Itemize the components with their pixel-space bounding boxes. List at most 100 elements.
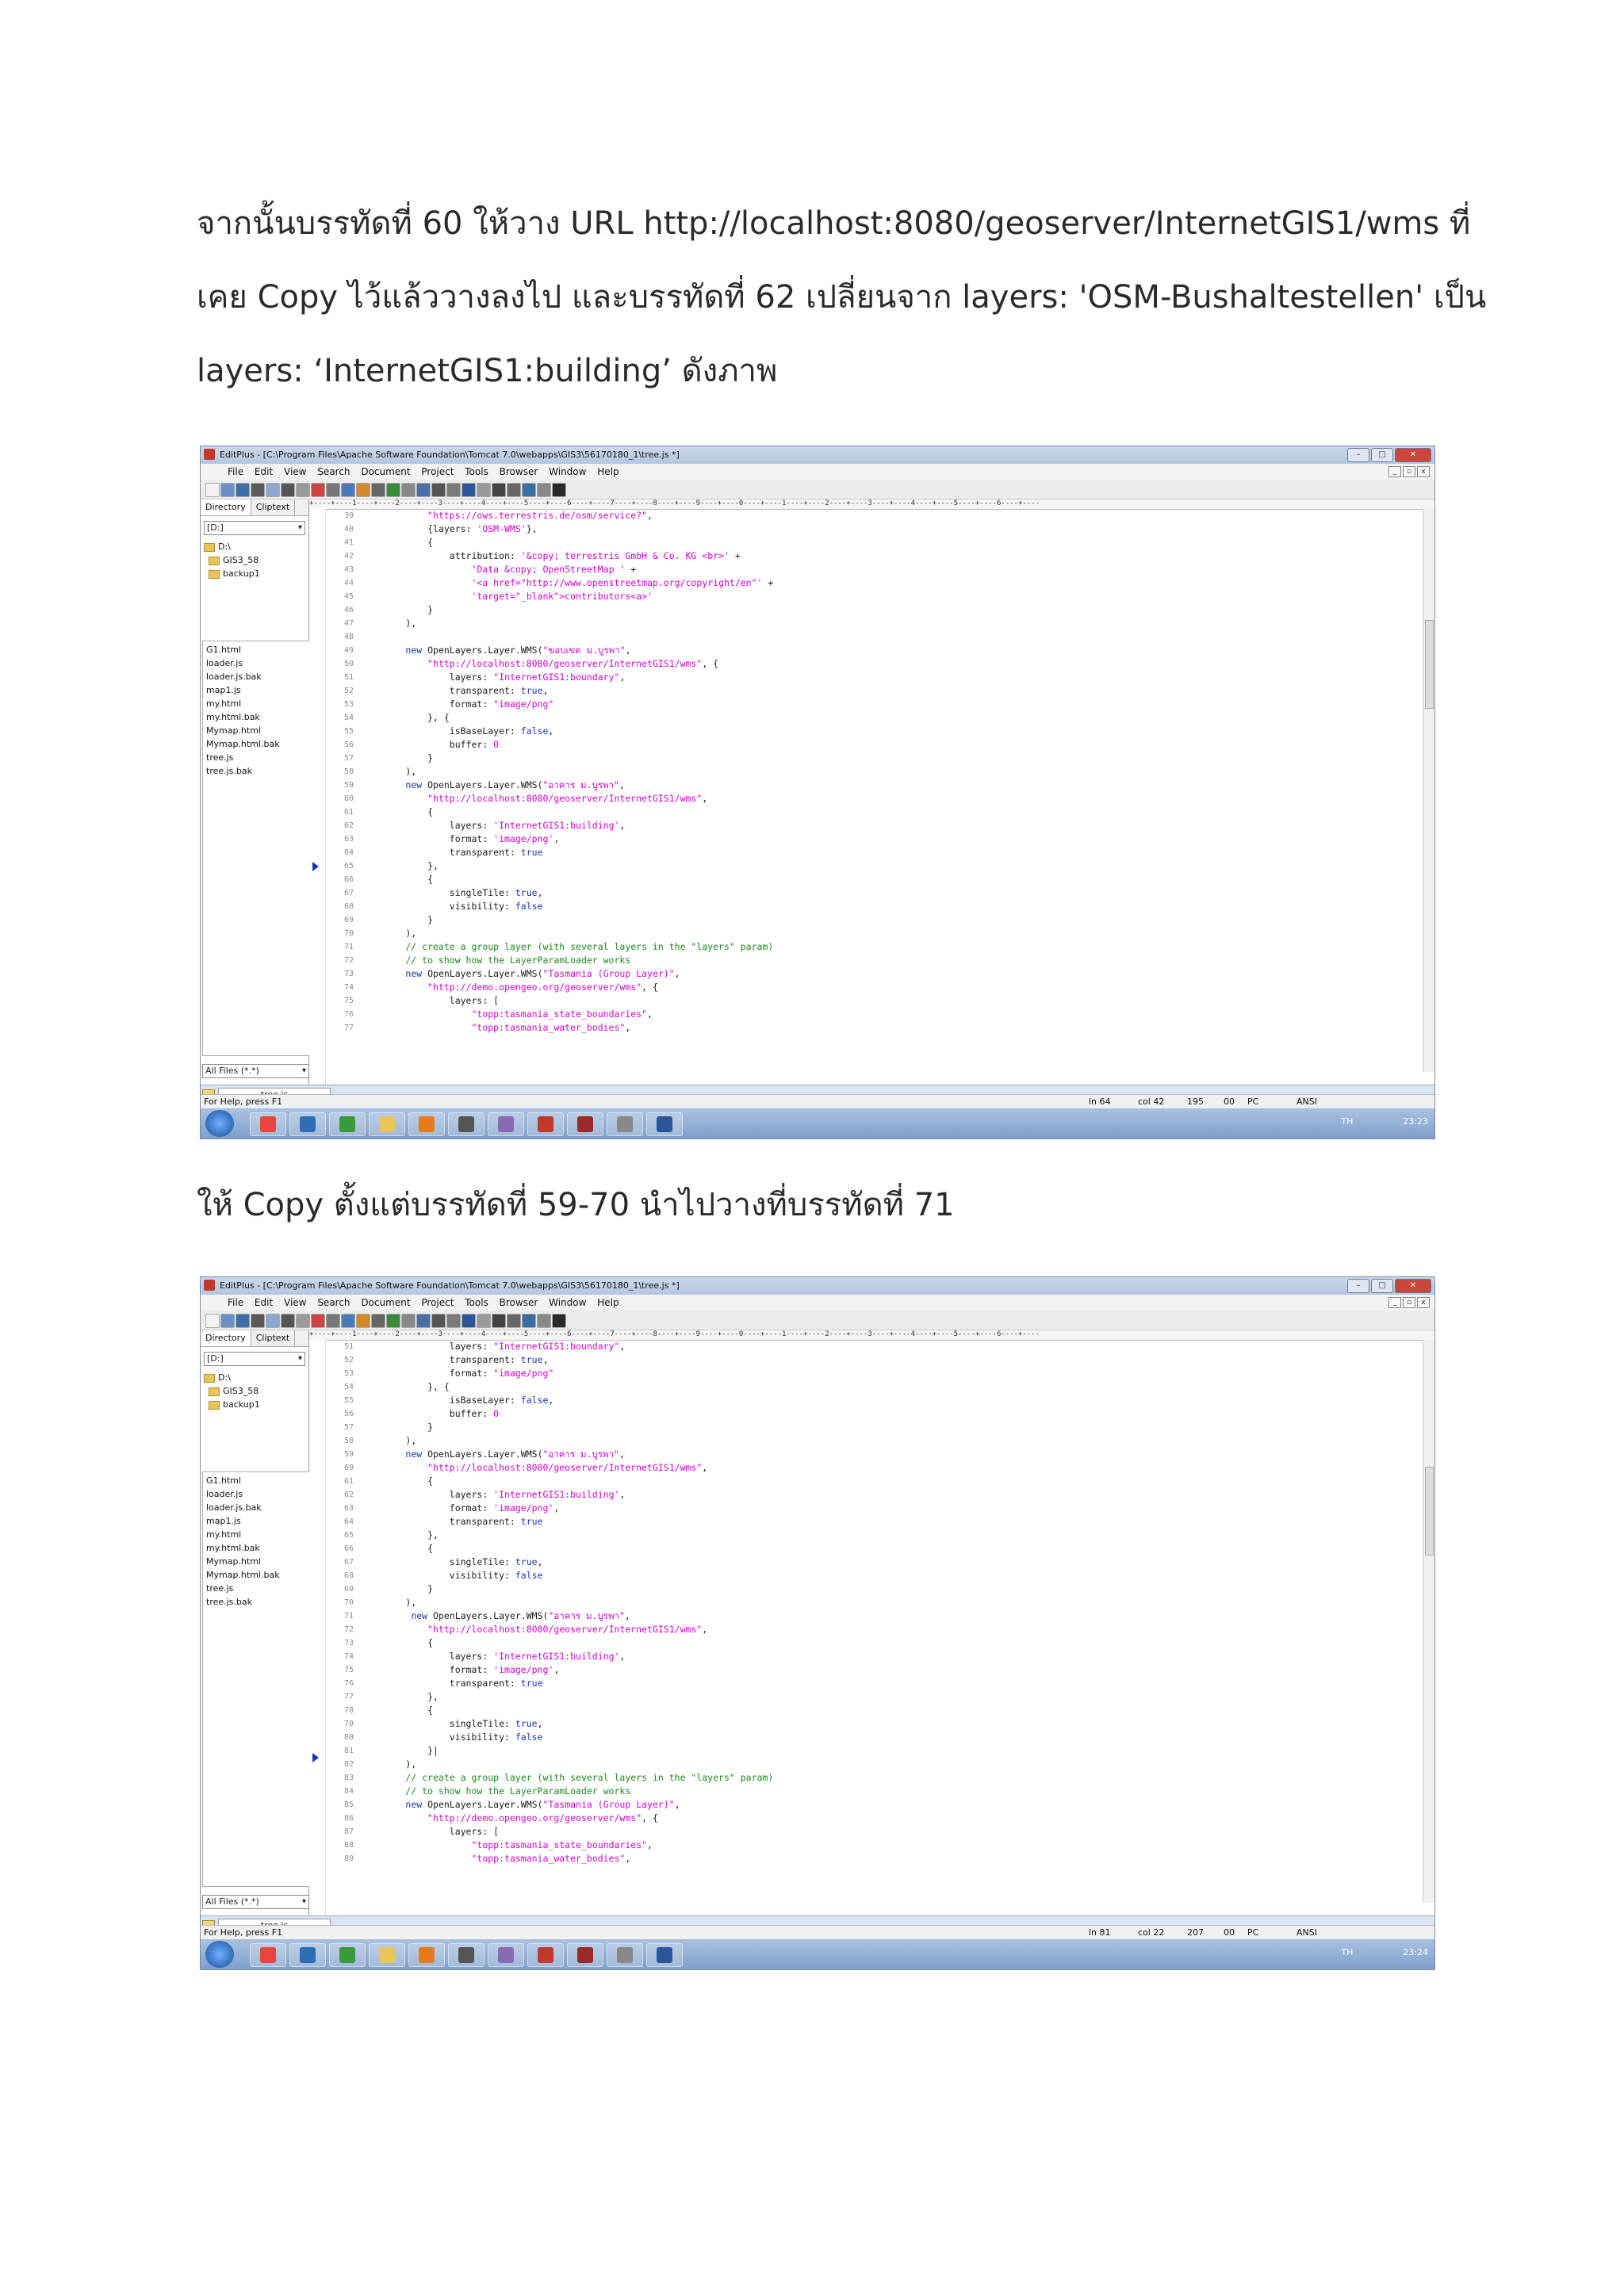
code-line[interactable]: }, { bbox=[362, 1380, 773, 1394]
mdi-minimize-button[interactable]: _ bbox=[1388, 466, 1401, 477]
menu-file[interactable]: File bbox=[228, 1295, 243, 1311]
code-line[interactable]: // create a group layer (with several la… bbox=[362, 1771, 773, 1785]
app-taskbar-icon[interactable] bbox=[329, 1112, 366, 1136]
code-line[interactable]: layers: 'InternetGIS1:building', bbox=[362, 819, 773, 832]
code-line[interactable]: buffer: 0 bbox=[362, 738, 773, 752]
code-line[interactable]: visibility: false bbox=[362, 1569, 773, 1582]
scrollbar-thumb[interactable] bbox=[1425, 1467, 1434, 1556]
code-line[interactable]: new OpenLayers.Layer.WMS("อาคาร ม.บูรพา"… bbox=[362, 779, 773, 792]
code-line[interactable]: visibility: false bbox=[362, 1731, 773, 1744]
toolbar-button-icon[interactable] bbox=[492, 1314, 506, 1328]
code-editor[interactable]: +----+----1----+----2----+----3----+----… bbox=[309, 1330, 1434, 1915]
toolbar-button-icon[interactable] bbox=[311, 1314, 325, 1328]
menu-edit[interactable]: Edit bbox=[255, 464, 273, 480]
code-line[interactable]: format: "image/png" bbox=[362, 1367, 773, 1380]
code-line[interactable]: layers: [ bbox=[362, 1825, 773, 1839]
code-line[interactable]: layers: 'InternetGIS1:building', bbox=[362, 1650, 773, 1663]
tab-cliptext[interactable]: Cliptext bbox=[251, 499, 296, 515]
close-button[interactable]: ✕ bbox=[1395, 448, 1431, 462]
toolbar-button-icon[interactable] bbox=[416, 1314, 431, 1328]
folder-item[interactable]: GIS3_58 bbox=[204, 1384, 305, 1398]
chrome-taskbar-icon[interactable] bbox=[250, 1112, 286, 1136]
menu-search[interactable]: Search bbox=[317, 464, 350, 480]
code-line[interactable]: 'Data &copy; OpenStreetMap ' + bbox=[362, 563, 773, 576]
toolbar-button-icon[interactable] bbox=[371, 1314, 385, 1328]
toolbar-button-icon[interactable] bbox=[537, 483, 551, 497]
vertical-scrollbar[interactable] bbox=[1423, 1340, 1434, 1903]
file-list-item[interactable]: map1.js bbox=[206, 1514, 309, 1528]
code-line[interactable]: "https://ows.terrestris.de/osm/service?"… bbox=[362, 509, 773, 522]
menu-browser[interactable]: Browser bbox=[500, 464, 538, 480]
app-taskbar-icon[interactable] bbox=[448, 1112, 485, 1136]
toolbar-button-icon[interactable] bbox=[236, 1314, 250, 1328]
menu-document[interactable]: Document bbox=[361, 464, 410, 480]
toolbar-button-icon[interactable] bbox=[552, 1314, 566, 1328]
menu-project[interactable]: Project bbox=[421, 1295, 454, 1311]
scrollbar-thumb[interactable] bbox=[1425, 620, 1434, 709]
menu-tools[interactable]: Tools bbox=[465, 1295, 488, 1311]
media-taskbar-icon[interactable] bbox=[408, 1943, 445, 1967]
code-line[interactable]: transparent: true bbox=[362, 1515, 773, 1529]
toolbar-button-icon[interactable] bbox=[492, 483, 506, 497]
toolbar-button-icon[interactable] bbox=[371, 483, 385, 497]
code-line[interactable]: } bbox=[362, 913, 773, 927]
toolbar-button-icon[interactable] bbox=[205, 483, 220, 497]
toolbar-button-icon[interactable] bbox=[356, 1314, 370, 1328]
toolbar-button-icon[interactable] bbox=[401, 1314, 416, 1328]
folder-item[interactable]: D:\ bbox=[204, 540, 305, 553]
toolbar-button-icon[interactable] bbox=[431, 1314, 446, 1328]
toolbar-button-icon[interactable] bbox=[236, 483, 250, 497]
code-line[interactable]: layers: [ bbox=[362, 994, 773, 1008]
toolbar-button-icon[interactable] bbox=[537, 1314, 551, 1328]
toolbar-button-icon[interactable] bbox=[507, 483, 521, 497]
start-button-icon[interactable] bbox=[205, 1110, 234, 1137]
file-list-item[interactable]: my.html bbox=[206, 1528, 309, 1541]
code-line[interactable]: { bbox=[362, 536, 773, 549]
file-filter-select[interactable]: All Files (*.*) bbox=[202, 1895, 309, 1909]
file-list-item[interactable]: tree.js bbox=[206, 751, 309, 764]
toolbar-button-icon[interactable] bbox=[296, 483, 310, 497]
toolbar-button-icon[interactable] bbox=[446, 483, 461, 497]
app-taskbar-icon[interactable] bbox=[488, 1943, 524, 1967]
code-line[interactable]: }, bbox=[362, 1690, 773, 1704]
code-line[interactable]: new OpenLayers.Layer.WMS("ขอบเขต ม.บูรพา… bbox=[362, 644, 773, 657]
file-list-item[interactable]: Mymap.html bbox=[206, 1555, 309, 1568]
code-line[interactable]: "http://demo.opengeo.org/geoserver/wms",… bbox=[362, 981, 773, 994]
toolbar-button-icon[interactable] bbox=[220, 1314, 235, 1328]
minimize-button[interactable]: – bbox=[1347, 1279, 1369, 1293]
code-line[interactable]: { bbox=[362, 1542, 773, 1556]
code-line[interactable]: // to show how the LayerParamLoader work… bbox=[362, 1785, 773, 1798]
code-line[interactable]: layers: "InternetGIS1:boundary", bbox=[362, 1340, 773, 1353]
code-text[interactable]: layers: "InternetGIS1:boundary", transpa… bbox=[362, 1340, 773, 1866]
code-line[interactable]: ), bbox=[362, 617, 773, 630]
code-line[interactable]: { bbox=[362, 1704, 773, 1717]
toolbar-button-icon[interactable] bbox=[522, 483, 536, 497]
app-taskbar-icon[interactable] bbox=[607, 1943, 643, 1967]
toolbar-button-icon[interactable] bbox=[386, 483, 400, 497]
menu-window[interactable]: Window bbox=[549, 1295, 586, 1311]
minimize-button[interactable]: – bbox=[1347, 448, 1369, 462]
file-list-item[interactable]: tree.js.bak bbox=[206, 764, 309, 778]
code-line[interactable]: buffer: 0 bbox=[362, 1407, 773, 1421]
toolbar-button-icon[interactable] bbox=[416, 483, 431, 497]
media-taskbar-icon[interactable] bbox=[408, 1112, 445, 1136]
clock[interactable]: 23:24 bbox=[1403, 1947, 1428, 1957]
toolbar-button-icon[interactable] bbox=[477, 483, 491, 497]
file-list-item[interactable]: my.html.bak bbox=[206, 710, 309, 724]
toolbar-button-icon[interactable] bbox=[266, 1314, 280, 1328]
code-line[interactable]: ), bbox=[362, 1758, 773, 1771]
code-line[interactable]: } bbox=[362, 603, 773, 617]
mdi-restore-button[interactable]: ▫ bbox=[1403, 1297, 1415, 1308]
app-taskbar-icon[interactable] bbox=[448, 1943, 485, 1967]
tab-directory[interactable]: Directory bbox=[201, 1330, 251, 1346]
code-line[interactable]: format: 'image/png', bbox=[362, 1663, 773, 1677]
code-line[interactable]: }| bbox=[362, 1744, 773, 1758]
code-line[interactable]: "topp:tasmania_water_bodies", bbox=[362, 1021, 773, 1035]
code-line[interactable]: }, bbox=[362, 1529, 773, 1542]
app-taskbar-icon[interactable] bbox=[289, 1943, 326, 1967]
clock[interactable]: 23:23 bbox=[1403, 1116, 1428, 1127]
code-line[interactable]: '<a href="http://www.openstreetmap.org/c… bbox=[362, 576, 773, 590]
toolbar-button-icon[interactable] bbox=[431, 483, 446, 497]
code-line[interactable]: format: 'image/png', bbox=[362, 1502, 773, 1515]
menu-view[interactable]: View bbox=[284, 464, 306, 480]
